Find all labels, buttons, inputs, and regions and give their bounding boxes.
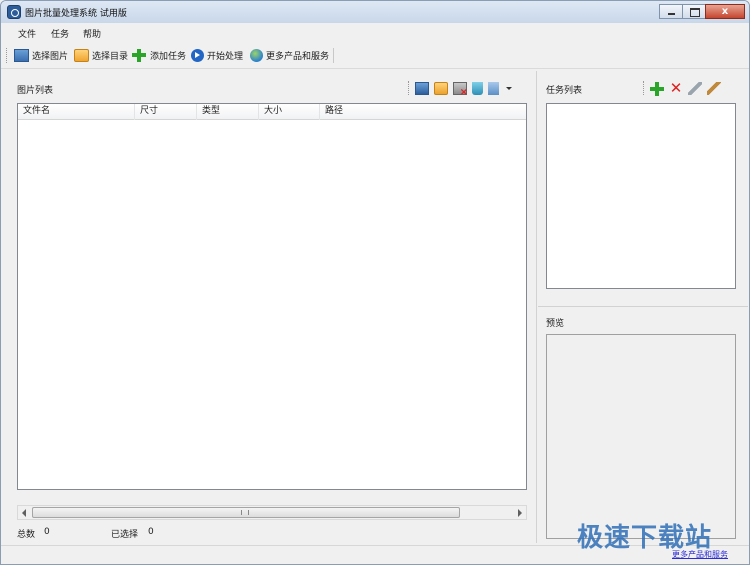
column-path[interactable]: 路径 [320, 104, 526, 120]
minimize-button[interactable] [659, 4, 683, 19]
add-task-button[interactable]: 添加任务 [132, 46, 186, 65]
task-list-panel: 任务列表 ✕ [538, 71, 748, 299]
horizontal-scrollbar[interactable] [17, 505, 527, 520]
wrench-icon[interactable] [688, 81, 702, 95]
app-icon [7, 5, 21, 19]
menu-file[interactable]: 文件 [18, 27, 36, 40]
selected-value: 0 [148, 527, 154, 537]
image-list-panel: 图片列表 文件名 尺寸 类型 大小 路径 总数 0 已选择 [9, 71, 533, 543]
window-title: 图片批量处理系统 试用版 [25, 9, 127, 19]
delete-task-icon[interactable]: ✕ [669, 80, 683, 95]
image-list-toolbar [403, 81, 512, 98]
preview-area [546, 334, 736, 539]
total-value: 0 [44, 527, 50, 537]
start-processing-label: 开始处理 [207, 52, 244, 62]
add-image-icon[interactable] [415, 81, 429, 95]
add-folder-icon[interactable] [434, 81, 448, 95]
selected-label: 已选择 [111, 530, 139, 540]
panel-splitter[interactable] [536, 71, 537, 543]
select-directory-button[interactable]: 选择目录 [74, 46, 128, 65]
task-toolbar-grip[interactable] [643, 81, 645, 95]
task-list-title: 任务列表 [546, 86, 583, 96]
broom-icon[interactable] [707, 81, 721, 95]
task-list-toolbar: ✕ [638, 80, 721, 96]
menu-help[interactable]: 帮助 [83, 27, 101, 40]
select-images-button[interactable]: 选择图片 [14, 46, 68, 65]
image-icon [14, 49, 29, 62]
preview-title: 预览 [546, 319, 565, 329]
image-list-header: 文件名 尺寸 类型 大小 路径 [18, 104, 526, 120]
globe-icon [250, 49, 263, 62]
more-products-label: 更多产品和服务 [266, 52, 330, 62]
app-window: 图片批量处理系统 试用版 x 文件 任务 帮助 选择图片 选择目录 添加任务 开… [0, 0, 750, 565]
scroll-right-arrow-icon[interactable] [518, 509, 522, 517]
image-list-table[interactable]: 文件名 尺寸 类型 大小 路径 [17, 103, 527, 490]
window-controls: x [659, 4, 745, 19]
preview-panel: 预览 [538, 306, 748, 543]
menu-bar: 文件 任务 帮助 [1, 23, 749, 42]
menu-task[interactable]: 任务 [51, 27, 69, 40]
maximize-button[interactable] [682, 4, 706, 19]
toolbar-grip[interactable] [6, 48, 8, 63]
watermark-text: 极速下载站 [577, 523, 713, 553]
add-task-label: 添加任务 [150, 52, 187, 62]
chevron-down-icon[interactable] [504, 82, 512, 95]
task-list[interactable] [546, 103, 736, 289]
column-type[interactable]: 类型 [197, 104, 259, 120]
close-button[interactable]: x [705, 4, 745, 19]
column-dimensions[interactable]: 尺寸 [135, 104, 197, 120]
play-icon [191, 49, 204, 62]
scrollbar-thumb[interactable] [32, 507, 460, 518]
toolbar-separator [333, 48, 334, 63]
image-list-title: 图片列表 [17, 86, 54, 96]
toolbar: 选择图片 选择目录 添加任务 开始处理 更多产品和服务 [1, 42, 749, 69]
total-label: 总数 [17, 530, 36, 540]
more-products-button[interactable]: 更多产品和服务 [250, 46, 329, 65]
folder-icon [74, 49, 89, 62]
title-bar[interactable]: 图片批量处理系统 试用版 x [1, 1, 749, 23]
plus-icon [132, 49, 147, 62]
recycle-icon[interactable] [472, 81, 483, 95]
select-directory-label: 选择目录 [92, 52, 129, 62]
remove-image-icon[interactable] [453, 81, 468, 98]
image-list-toolbar-grip[interactable] [408, 81, 410, 95]
clear-list-icon[interactable] [488, 81, 499, 95]
add-task-icon[interactable] [650, 81, 664, 96]
column-filename[interactable]: 文件名 [18, 104, 135, 120]
select-images-label: 选择图片 [32, 52, 69, 62]
start-processing-button[interactable]: 开始处理 [191, 46, 243, 65]
scroll-left-arrow-icon[interactable] [22, 509, 26, 517]
column-size[interactable]: 大小 [259, 104, 320, 120]
